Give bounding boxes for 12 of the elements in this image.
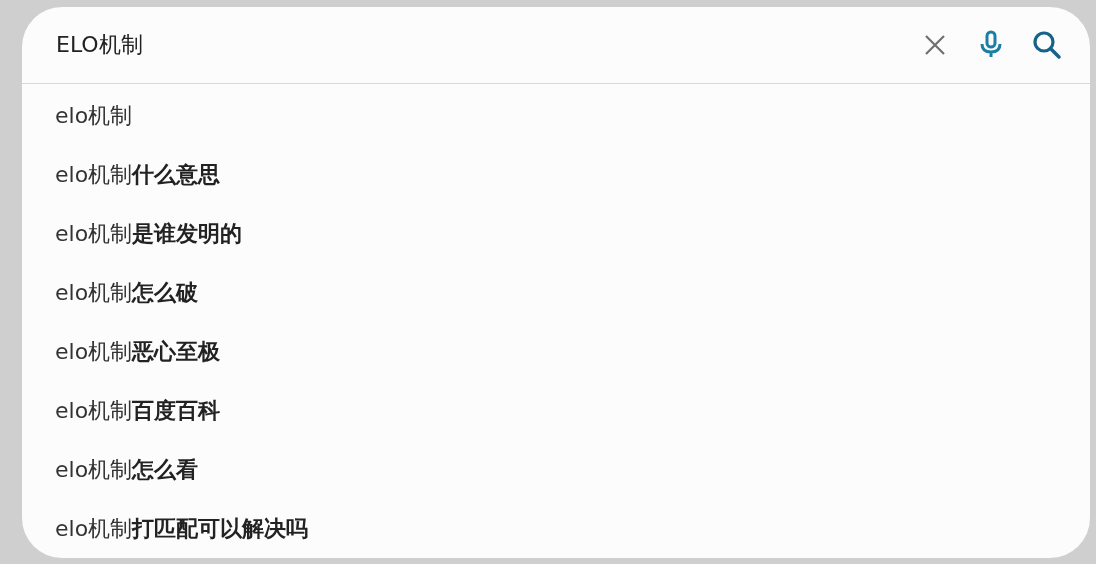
close-icon[interactable] xyxy=(924,34,946,56)
suggestion-item[interactable]: elo机制打匹配可以解决吗 xyxy=(22,499,1090,558)
suggestion-item[interactable]: elo机制怎么看 xyxy=(22,440,1090,499)
microphone-icon[interactable] xyxy=(980,30,1002,60)
search-field[interactable]: ELO机制 xyxy=(56,32,894,58)
search-icon[interactable] xyxy=(1032,30,1062,60)
suggestion-item[interactable]: elo机制什么意思 xyxy=(22,145,1090,204)
suggestion-item[interactable]: elo机制怎么破 xyxy=(22,263,1090,322)
suggestion-item[interactable]: elo机制百度百科 xyxy=(22,381,1090,440)
suggestion-item[interactable]: elo机制是谁发明的 xyxy=(22,204,1090,263)
suggestion-item[interactable]: elo机制恶心至极 xyxy=(22,322,1090,381)
suggestion-item[interactable]: elo机制 xyxy=(22,86,1090,145)
